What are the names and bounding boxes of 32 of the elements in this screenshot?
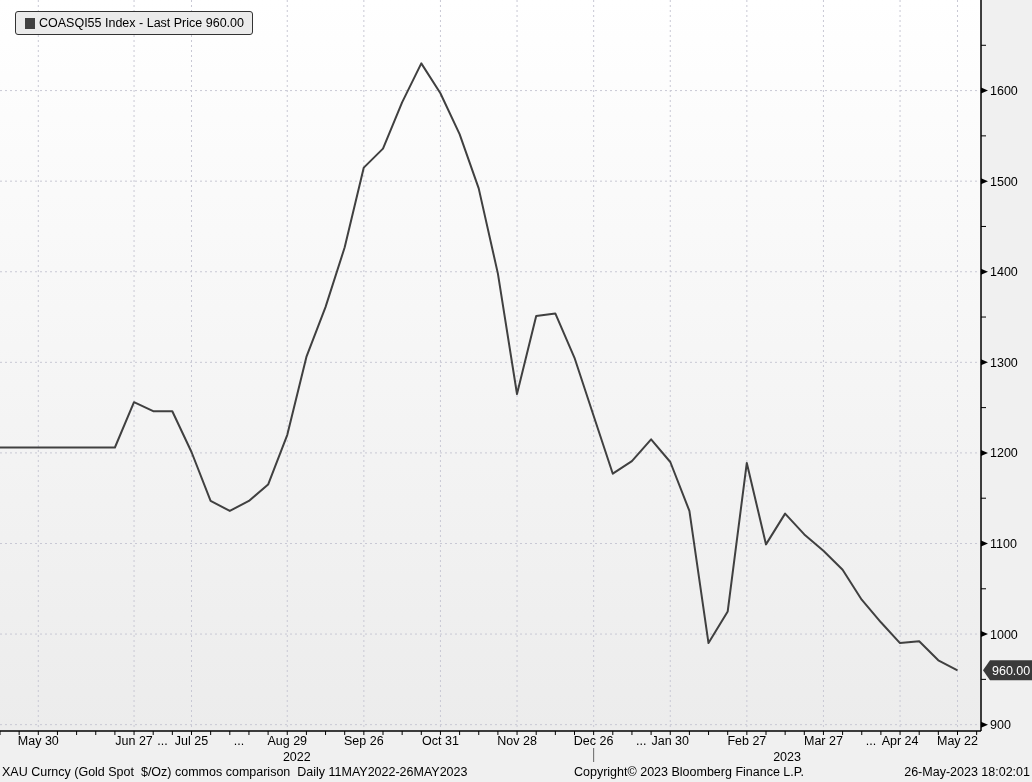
footer-description: XAU Curncy (Gold Spot $/Oz) commos comparison Daily 11MAY2022-26MAY2023	[2, 765, 469, 779]
x-axis-label: Sep 26	[344, 734, 384, 748]
y-axis-label: 900	[990, 718, 1011, 733]
x-axis-label: Jun 27	[115, 734, 153, 748]
copyright-text: Copyright© 2023 Bloomberg Finance L.P.	[574, 765, 805, 779]
x-axis-label: Jan 30	[651, 734, 689, 748]
x-axis-label: Feb 27	[727, 734, 767, 748]
x-axis-label: Jul 25	[174, 734, 209, 748]
x-axis-label: Nov 28	[497, 734, 537, 748]
y-axis-label: 1400	[990, 265, 1018, 280]
x-axis-label: Dec 26	[573, 734, 614, 748]
y-axis-label: 1000	[990, 627, 1018, 642]
y-axis-label: 1100	[990, 537, 1017, 551]
x-axis-label: Mar 27	[804, 734, 843, 748]
y-axis-label: 1500	[990, 174, 1018, 189]
x-axis-label: Apr 24	[881, 734, 919, 748]
year-label: 2023	[773, 750, 801, 762]
axis-ellipsis: ...	[233, 734, 245, 748]
axis-ellipsis: ...	[157, 734, 168, 748]
y-axis-label: 1200	[990, 446, 1018, 461]
axis-ellipsis: ...	[635, 734, 647, 748]
timestamp-text: 26-May-2023 18:02:01	[903, 765, 1031, 779]
x-axis-label: May 22	[937, 734, 978, 748]
y-axis-label: 1600	[990, 84, 1018, 99]
legend-text: COASQI55 Index - Last Price 960.00	[39, 16, 244, 30]
year-label: 2022	[282, 750, 311, 762]
x-axis-label: Oct 31	[422, 734, 459, 748]
y-axis-label: 1300	[990, 355, 1018, 370]
x-axis-label: Aug 29	[267, 734, 308, 748]
x-axis-label: May 30	[17, 734, 59, 748]
axis-ellipsis: ...	[865, 734, 877, 748]
last-price-tag: 960.00	[983, 660, 1032, 681]
